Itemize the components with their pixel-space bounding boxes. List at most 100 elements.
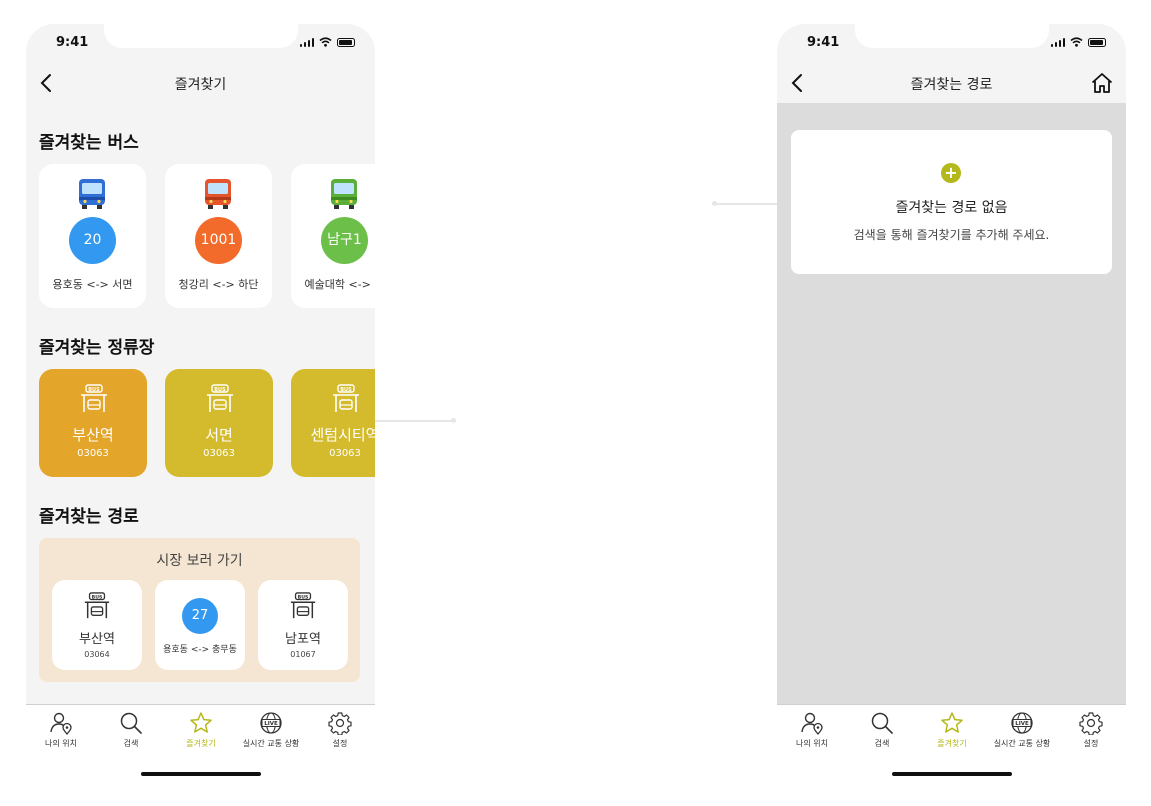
stop-name: 센텀시티역 <box>310 426 375 444</box>
home-indicator <box>892 772 1012 776</box>
tab-label: 나의 위치 <box>796 739 828 748</box>
bus-stop-icon: BUS <box>333 384 359 412</box>
canvas: 9:41 즐겨찾기 즐겨찾는 버스 20 용호동 <-> 서면 1001 청강리… <box>0 0 1151 806</box>
bus-route-label: 청강리 <-> 하단 <box>178 278 259 291</box>
tab-label: 실시간 교통 상황 <box>993 739 1051 748</box>
route-stop-code: 01067 <box>290 650 316 659</box>
home-indicator <box>141 772 261 776</box>
tab-label: 실시간 교통 상황 <box>242 739 300 748</box>
gear-icon <box>1079 712 1103 735</box>
empty-state-card: + 즐겨찾는 경로 없음 검색을 통해 즐겨찾기를 추가해 주세요. <box>791 130 1112 274</box>
bus-number-badge: 1001 <box>195 217 242 264</box>
svg-text:BUS: BUS <box>92 594 103 600</box>
stop-code: 03063 <box>329 448 361 459</box>
tab-label: 즐겨찾기 <box>937 739 967 748</box>
live-globe-icon: LIVE <box>260 712 282 734</box>
stop-code: 03063 <box>77 448 109 459</box>
flow-connector-dot <box>712 201 717 206</box>
wifi-icon <box>1070 37 1083 47</box>
live-globe-icon: LIVE <box>1011 712 1033 734</box>
tab-label: 나의 위치 <box>45 739 77 748</box>
favorite-bus-card[interactable]: 1001 청강리 <-> 하단 <box>165 164 272 308</box>
bus-route-label: 용호동 <-> 서면 <box>52 278 133 291</box>
favorite-route-card[interactable]: 시장 보러 가기 BUS 부산역 03064 27 용호동 <-> 충무동 BU… <box>39 538 360 682</box>
tab-my-location[interactable]: 나의 위치 <box>26 711 96 749</box>
svg-text:BUS: BUS <box>88 387 100 393</box>
tab-label: 설정 <box>1083 739 1099 748</box>
tab-search[interactable]: 검색 <box>847 711 917 749</box>
route-stop-code: 03064 <box>84 650 110 659</box>
star-icon <box>190 712 212 733</box>
bus-icon <box>331 179 357 209</box>
stop-code: 03063 <box>203 448 235 459</box>
tab-label: 검색 <box>874 739 890 748</box>
signal-icon <box>1050 38 1065 47</box>
svg-text:BUS: BUS <box>298 594 309 600</box>
route-bus-label: 용호동 <-> 충무동 <box>163 645 237 655</box>
tab-favorites[interactable]: 즐겨찾기 <box>166 711 236 749</box>
notch <box>104 24 298 48</box>
tab-bar: 나의 위치 검색 즐겨찾기 LIVE 실시간 교통 상황 설정 <box>777 704 1126 784</box>
favorite-bus-card[interactable]: 남구1 예술대학 <-> 청 <box>291 164 375 308</box>
bus-number-badge: 20 <box>69 217 116 264</box>
star-icon <box>941 712 963 733</box>
tab-label: 즐겨찾기 <box>186 739 216 748</box>
favorite-stop-card[interactable]: BUS 서면 03063 <box>165 369 273 477</box>
stop-section-title: 즐겨찾는 정류장 <box>39 338 155 358</box>
route-step-bus[interactable]: 27 용호동 <-> 충무동 <box>155 580 245 670</box>
svg-text:BUS: BUS <box>340 387 352 393</box>
route-step-stop[interactable]: BUS 남포역 01067 <box>258 580 348 670</box>
tab-search[interactable]: 검색 <box>96 711 166 749</box>
wifi-icon <box>319 37 332 47</box>
favorites-screen: 9:41 즐겨찾기 즐겨찾는 버스 20 용호동 <-> 서면 1001 청강리… <box>26 24 375 784</box>
tab-live-traffic[interactable]: LIVE 실시간 교통 상황 <box>987 711 1057 749</box>
person-location-icon <box>50 712 72 735</box>
tab-label: 검색 <box>123 739 139 748</box>
tab-bar: 나의 위치 검색 즐겨찾기 LIVE 실시간 교통 상황 설정 <box>26 704 375 784</box>
tab-label: 설정 <box>332 739 348 748</box>
route-section-title: 즐겨찾는 경로 <box>39 507 139 527</box>
favorite-routes-empty-screen: 9:41 즐겨찾는 경로 + 즐겨찾는 경로 없음 검색을 통해 즐겨찾기를 추… <box>777 24 1126 784</box>
bus-number-badge: 남구1 <box>321 217 368 264</box>
svg-text:LIVE: LIVE <box>264 721 278 727</box>
add-favorite-button[interactable]: + <box>941 163 961 183</box>
bus-number-badge: 27 <box>182 598 218 634</box>
bus-icon <box>79 179 105 209</box>
route-step-stop[interactable]: BUS 부산역 03064 <box>52 580 142 670</box>
search-icon <box>871 712 893 734</box>
favorite-bus-card[interactable]: 20 용호동 <-> 서면 <box>39 164 146 308</box>
bus-stop-icon: BUS <box>84 592 110 619</box>
route-stop-name: 남포역 <box>285 632 321 647</box>
status-time: 9:41 <box>807 35 840 50</box>
route-name: 시장 보러 가기 <box>156 553 243 569</box>
bus-icon <box>205 179 231 209</box>
svg-text:BUS: BUS <box>214 387 226 393</box>
tab-settings[interactable]: 설정 <box>305 711 375 749</box>
battery-icon <box>1088 38 1106 47</box>
bus-route-label: 예술대학 <-> 청 <box>304 278 376 291</box>
bus-stop-icon: BUS <box>81 384 107 412</box>
page-title: 즐겨찾기 <box>174 77 227 93</box>
status-icons <box>1050 37 1106 47</box>
tab-favorites[interactable]: 즐겨찾기 <box>917 711 987 749</box>
favorite-stop-list[interactable]: BUS 부산역 03063 BUS 서면 03063 BUS 센텀시티역 030… <box>26 369 375 479</box>
favorite-bus-list[interactable]: 20 용호동 <-> 서면 1001 청강리 <-> 하단 남구1 예술대학 <… <box>26 164 375 310</box>
favorite-stop-card[interactable]: BUS 부산역 03063 <box>39 369 147 477</box>
bus-section-title: 즐겨찾는 버스 <box>39 133 139 153</box>
tab-live-traffic[interactable]: LIVE 실시간 교통 상황 <box>236 711 306 749</box>
gear-icon <box>328 712 352 735</box>
bus-stop-icon: BUS <box>290 592 316 619</box>
tab-my-location[interactable]: 나의 위치 <box>777 711 847 749</box>
flow-connector-dot <box>451 418 456 423</box>
status-icons <box>299 37 355 47</box>
empty-state-description: 검색을 통해 즐겨찾기를 추가해 주세요. <box>853 228 1050 242</box>
home-icon[interactable] <box>1090 71 1114 95</box>
bus-stop-icon: BUS <box>207 384 233 412</box>
search-icon <box>120 712 142 734</box>
tab-settings[interactable]: 설정 <box>1056 711 1126 749</box>
notch <box>855 24 1049 48</box>
page-title: 즐겨찾는 경로 <box>910 77 993 93</box>
person-location-icon <box>801 712 823 735</box>
route-stop-name: 부산역 <box>79 632 115 647</box>
favorite-stop-card[interactable]: BUS 센텀시티역 03063 <box>291 369 375 477</box>
